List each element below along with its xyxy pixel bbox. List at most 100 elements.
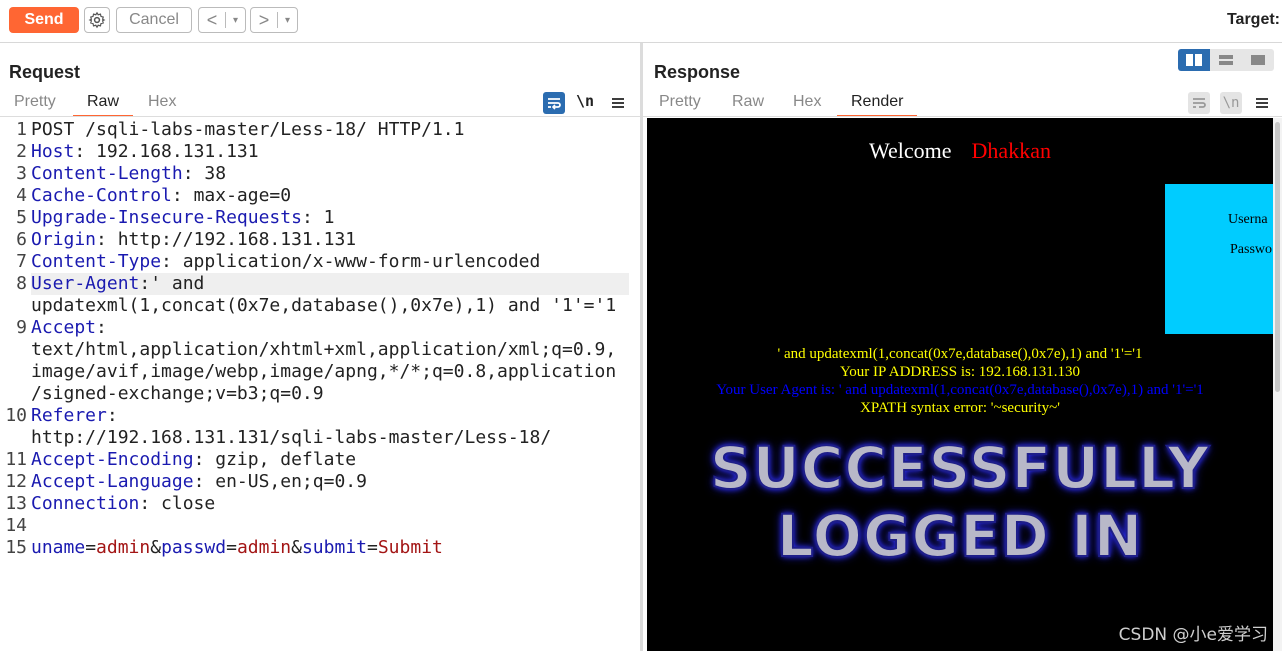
back-arrow[interactable]: < [199, 10, 225, 31]
forward-arrow[interactable]: > [251, 10, 277, 31]
user-name: Dhakkan [971, 138, 1051, 163]
line-text: Host: 192.168.131.131 [31, 141, 259, 163]
param-value: admin [96, 537, 151, 558]
header-value: text/html,application/xhtml+xml,applicat… [31, 339, 617, 360]
wrap-toggle-icon[interactable] [543, 92, 565, 114]
code-line: 11 Accept-Encoding: gzip, deflate [0, 449, 640, 471]
menu-icon[interactable] [1252, 92, 1274, 114]
ampersand: & [150, 537, 162, 558]
tab-pretty[interactable]: Pretty [659, 91, 701, 115]
success-banner-line1: SUCCESSFULLY [709, 434, 1211, 502]
line-number: 11 [5, 449, 27, 470]
header-value: : 1 [301, 207, 335, 228]
user-agent-line: Your User Agent is: ' and updatexml(1,co… [716, 382, 1204, 398]
code-line: 6 Origin: http://192.168.131.131 [0, 229, 640, 251]
username-label: Userna [1228, 212, 1268, 227]
response-scrollbar[interactable] [1273, 118, 1282, 651]
line-number: 9 [16, 317, 27, 338]
header-key: Content-Length [31, 163, 183, 184]
rendered-page: Welcome Dhakkan Userna Passwo ' and updat… [647, 118, 1273, 651]
cancel-button[interactable]: Cancel [116, 7, 192, 33]
header-value: /signed-exchange;v=b3;q=0.9 [31, 383, 324, 404]
layout-stacked-icon[interactable] [1210, 49, 1242, 71]
line-number: 13 [5, 493, 27, 514]
line-text: User-Agent:' and [31, 273, 629, 295]
param-name: uname [31, 537, 86, 558]
line-text: text/html,application/xhtml+xml,applicat… [31, 339, 616, 361]
request-pane: Request Pretty Raw Hex \n 1 POST /sqli-la… [0, 43, 640, 651]
code-line: 13 Connection: close [0, 493, 640, 515]
wrap-toggle-icon[interactable] [1188, 92, 1210, 114]
header-value: updatexml(1,concat(0x7e,database(),0x7e)… [31, 295, 617, 316]
header-key: Referer [31, 405, 107, 426]
header-key: Cache-Control [31, 185, 172, 206]
code-line: 5 Upgrade-Insecure-Requests: 1 [0, 207, 640, 229]
tabs-divider [643, 116, 1282, 117]
settings-button[interactable] [84, 7, 110, 33]
header-key: Host [31, 141, 75, 162]
line-number [0, 383, 31, 405]
line-text: image/avif,image/webp,image/apng,*/*;q=0… [31, 361, 616, 383]
line-text: Content-Type: application/x-www-form-url… [31, 251, 540, 273]
menu-icon[interactable] [608, 92, 630, 114]
send-button[interactable]: Send [9, 7, 79, 33]
login-form: Userna Passwo [1165, 184, 1273, 334]
scrollbar-thumb[interactable] [1275, 122, 1280, 392]
tab-raw[interactable]: Raw [732, 91, 764, 115]
back-button[interactable]: < ▾ [198, 7, 246, 33]
tab-hex[interactable]: Hex [793, 91, 821, 115]
echo-user-agent: ' and updatexml(1,concat(0x7e,database()… [777, 346, 1143, 362]
tab-hex[interactable]: Hex [148, 91, 176, 115]
tab-render[interactable]: Render [837, 91, 918, 117]
forward-dropdown-icon[interactable]: ▾ [278, 15, 297, 26]
line-number: 8 [16, 273, 27, 294]
back-dropdown-icon[interactable]: ▾ [226, 15, 245, 26]
equals-sign: = [85, 537, 97, 558]
header-key: Connection [31, 493, 140, 514]
layout-toggle [1178, 49, 1274, 71]
layout-single-icon[interactable] [1242, 49, 1274, 71]
welcome-heading: Welcome Dhakkan [647, 138, 1273, 164]
code-line: http://192.168.131.131/sqli-labs-master/… [0, 427, 640, 449]
header-key: Accept [31, 317, 97, 338]
tab-pretty[interactable]: Pretty [14, 91, 56, 115]
header-value: : http://192.168.131.131 [96, 229, 357, 250]
line-text: Referer: [31, 405, 118, 427]
header-value: image/avif,image/webp,image/apng,*/*;q=0… [31, 361, 617, 382]
request-editor[interactable]: 1 POST /sqli-labs-master/Less-18/ HTTP/1.… [0, 119, 640, 651]
code-line: image/avif,image/webp,image/apng,*/*;q=0… [0, 361, 640, 383]
line-text: Content-Length: 38 [31, 163, 226, 185]
forward-button[interactable]: > ▾ [250, 7, 298, 33]
line-number [0, 295, 31, 317]
param-value: Submit [377, 537, 443, 558]
tab-raw[interactable]: Raw [73, 91, 134, 117]
line-number [0, 339, 31, 361]
success-banner-line2: LOGGED IN [776, 502, 1144, 570]
line-text: Cache-Control: max-age=0 [31, 185, 291, 207]
header-value: : close [139, 493, 216, 514]
line-text: http://192.168.131.131/sqli-labs-master/… [31, 427, 551, 449]
line-number: 15 [5, 537, 27, 558]
code-line: 12 Accept-Language: en-US,en;q=0.9 [0, 471, 640, 493]
newline-toggle-icon[interactable]: \n [576, 92, 598, 114]
line-text: POST /sqli-labs-master/Less-18/ HTTP/1.1 [31, 119, 464, 141]
code-line: 7 Content-Type: application/x-www-form-ur… [0, 251, 640, 273]
header-key: Accept-Language [31, 471, 194, 492]
tabs-divider [0, 116, 640, 117]
line-number [0, 361, 31, 383]
gear-icon [88, 11, 106, 29]
equals-sign: = [226, 537, 237, 558]
code-line: /signed-exchange;v=b3;q=0.9 [0, 383, 640, 405]
line-text: uname=admin&passwd=admin&submit=Submit [31, 537, 443, 559]
newline-toggle-icon[interactable]: \n [1220, 92, 1242, 114]
line-text: Accept-Encoding: gzip, deflate [31, 449, 356, 471]
line-number: 3 [16, 163, 27, 184]
header-key: Accept-Encoding [31, 449, 194, 470]
body-line: 15 uname=admin&passwd=admin&submit=Submit [0, 537, 640, 559]
param-value: admin [236, 537, 292, 558]
ampersand: & [291, 537, 302, 558]
header-value: : 38 [182, 163, 227, 184]
param-name: passwd [161, 537, 227, 558]
layout-split-icon[interactable] [1178, 49, 1210, 71]
welcome-text: Welcome [869, 138, 952, 163]
